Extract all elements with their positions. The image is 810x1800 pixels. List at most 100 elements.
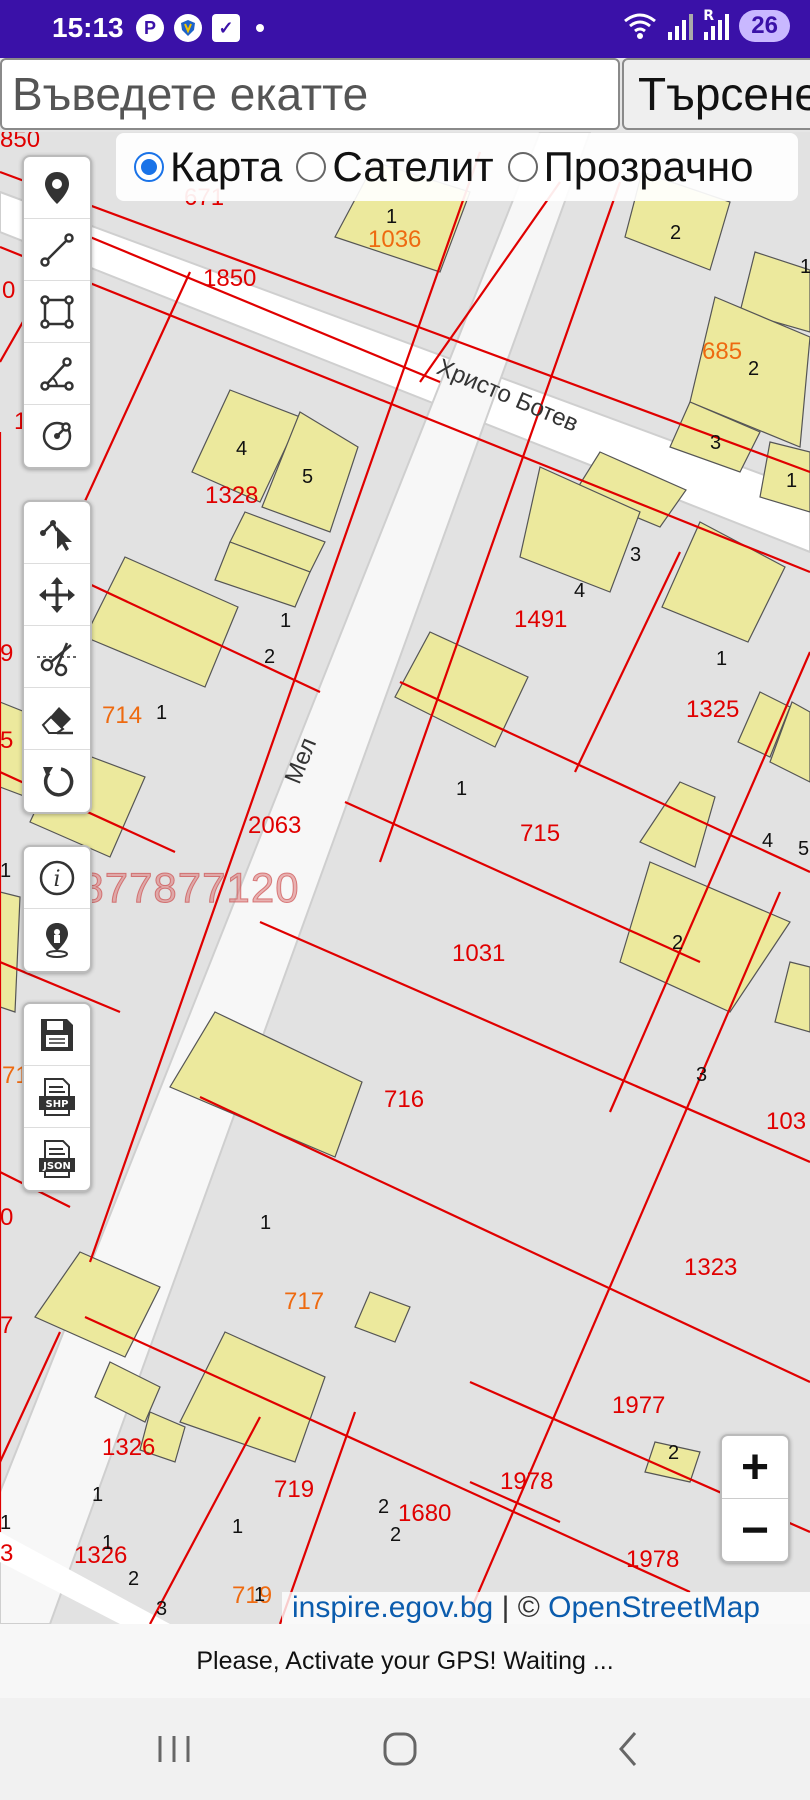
move-arrows-icon — [39, 576, 75, 613]
select-pointer-icon — [40, 519, 72, 551]
layer-label-satellite: Сателит — [332, 143, 494, 190]
building-label: 1 — [786, 470, 798, 492]
layer-switcher: Карта Сателит Прозрачно — [116, 133, 798, 201]
export-shp-button[interactable]: SHP — [24, 1066, 90, 1128]
building-label: 1 — [386, 206, 398, 228]
zoom-in-button[interactable]: + — [722, 1436, 788, 1499]
building-label: 3 — [630, 544, 642, 566]
parcel-label: 1326 — [102, 1434, 156, 1461]
circle-tool-button[interactable] — [24, 405, 90, 467]
parcel-label: 3 — [0, 1540, 14, 1567]
watermark-phone: 0877877120 — [56, 864, 300, 912]
cadastral-map[interactable]: Христо Ботев Мел 850 671 1036 1850 685 1… — [0, 132, 810, 1624]
scissors-icon — [37, 642, 77, 676]
recent-apps-icon — [158, 1736, 190, 1762]
select-tool-button[interactable] — [24, 502, 90, 564]
point-tool-button[interactable] — [24, 157, 90, 219]
search-button[interactable]: Търсене — [622, 58, 810, 130]
home-icon — [383, 1732, 417, 1766]
shp-label: SHP — [46, 1099, 69, 1110]
ekatte-search-input[interactable] — [0, 58, 620, 130]
edit-toolbar — [22, 500, 92, 814]
parcel-label: 2063 — [248, 812, 302, 839]
erase-tool-button[interactable] — [24, 688, 90, 750]
save-button[interactable] — [24, 1004, 90, 1066]
building-label: 5 — [302, 466, 314, 488]
building-label: 3 — [696, 1064, 708, 1086]
parcel-label: 0 — [2, 277, 16, 304]
point-marker-icon — [45, 171, 69, 204]
export-json-button[interactable]: JSON — [24, 1128, 90, 1190]
home-button[interactable] — [370, 1726, 430, 1772]
parcel-label: 103 — [766, 1108, 807, 1135]
move-tool-button[interactable] — [24, 564, 90, 626]
line-icon — [40, 232, 74, 267]
split-tool-button[interactable] — [24, 626, 90, 688]
info-icon: i — [39, 860, 75, 895]
parcel-label: 9 — [0, 640, 14, 667]
parcel-label: 716 — [384, 1086, 425, 1113]
building-label: 2 — [378, 1496, 390, 1518]
pinterest-icon: P — [136, 14, 164, 42]
building-label: 4 — [236, 438, 248, 460]
parcel-label: 1491 — [514, 606, 568, 633]
building-label: 1 — [156, 702, 168, 724]
parcel-label: 719 — [274, 1476, 315, 1503]
radio-transparent[interactable] — [507, 152, 538, 182]
building-label: 1 — [92, 1484, 104, 1506]
svg-text:i: i — [53, 867, 60, 892]
building-label: 2 — [672, 932, 684, 954]
layer-option-map[interactable]: Карта — [116, 143, 282, 191]
parcel-label: 5 — [0, 727, 14, 754]
building-label: 1 — [102, 1532, 114, 1554]
layer-option-transparent[interactable]: Прозрачно — [498, 143, 754, 191]
draw-toolbar — [22, 155, 92, 469]
json-label: JSON — [42, 1161, 71, 1172]
building-label: 2 — [668, 1442, 680, 1464]
building-label: 3 — [710, 432, 722, 454]
android-nav-bar — [0, 1698, 810, 1800]
info-toolbar: i — [22, 845, 92, 973]
building-label: 2 — [264, 646, 276, 668]
undo-icon — [43, 767, 74, 797]
radio-satellite[interactable] — [296, 152, 327, 182]
location-pin-icon — [46, 923, 68, 958]
attribution-link-inspire[interactable]: inspire.egov.bg — [292, 1592, 493, 1624]
search-bar: Търсене — [0, 58, 810, 132]
building-label: 1 — [0, 860, 12, 882]
dot-icon — [256, 24, 264, 32]
building-label: 5 — [798, 838, 810, 860]
layer-label-transparent: Прозрачно — [543, 143, 754, 190]
eraser-icon — [41, 706, 73, 734]
locate-tool-button[interactable] — [24, 909, 90, 971]
parcel-label: 1978 — [500, 1468, 554, 1495]
shp-file-icon: SHP — [39, 1077, 75, 1116]
building-label: 3 — [156, 1598, 168, 1620]
street-label-mel: Мел — [279, 734, 323, 788]
angle-tool-button[interactable] — [24, 343, 90, 405]
building-label: 1 — [716, 648, 728, 670]
checkbox-app-icon: ✓ — [212, 14, 240, 42]
layer-option-satellite[interactable]: Сателит — [286, 143, 494, 191]
status-notification-icons: P ✓ — [136, 14, 264, 42]
parcel-label: 685 — [702, 338, 743, 365]
parcel-label: 1328 — [205, 482, 259, 509]
back-button[interactable] — [598, 1726, 658, 1772]
angle-measure-icon — [40, 356, 74, 391]
map-labels: Христо Ботев Мел 850 671 1036 1850 685 1… — [0, 132, 810, 1624]
recent-apps-button[interactable] — [144, 1726, 204, 1772]
json-file-icon: JSON — [39, 1140, 75, 1178]
building-label: 1 — [260, 1212, 272, 1234]
attribution-link-osm[interactable]: OpenStreetMap — [548, 1592, 760, 1624]
parcel-label: 1977 — [612, 1392, 666, 1419]
polygon-tool-button[interactable] — [24, 281, 90, 343]
roaming-label: R — [703, 8, 715, 24]
zoom-out-button[interactable]: − — [722, 1499, 788, 1561]
undo-tool-button[interactable] — [24, 750, 90, 812]
info-tool-button[interactable]: i — [24, 847, 90, 909]
parcel-label: 7 — [0, 1312, 14, 1339]
line-tool-button[interactable] — [24, 219, 90, 281]
street-label-hristo-botev: Христо Ботев — [432, 353, 583, 438]
parcel-label: 0 — [0, 1204, 14, 1231]
radio-map[interactable] — [134, 152, 164, 182]
